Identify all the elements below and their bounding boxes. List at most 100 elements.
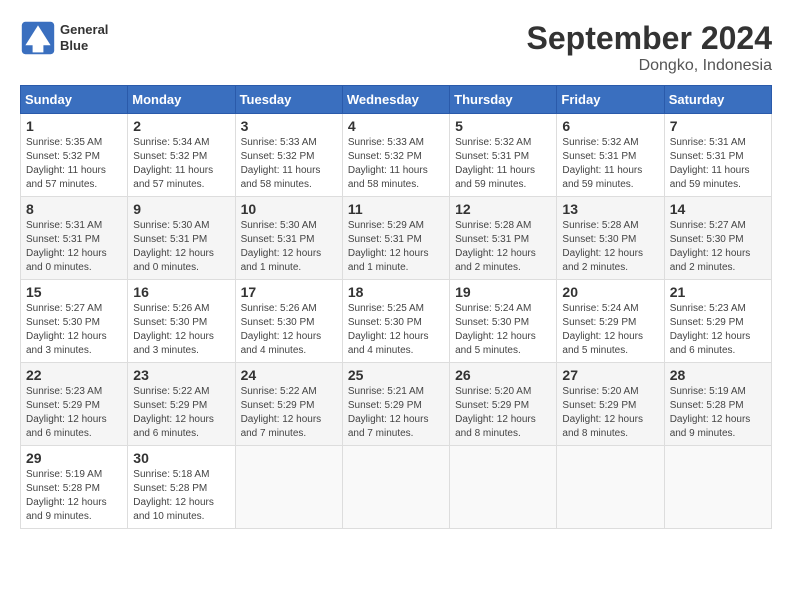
day-cell: 18 Sunrise: 5:25 AM Sunset: 5:30 PM Dayli… <box>342 280 449 363</box>
day-info: Sunrise: 5:20 AM Sunset: 5:29 PM Dayligh… <box>562 385 658 441</box>
day-cell: 14Sunrise: 5:27 AM Sunset: 5:30 PM Dayli… <box>664 197 771 280</box>
day-cell: 8 Sunrise: 5:31 AM Sunset: 5:31 PM Daylig… <box>21 197 128 280</box>
day-cell <box>235 446 342 529</box>
col-header-thursday: Thursday <box>450 86 557 114</box>
day-cell: 9 Sunrise: 5:30 AM Sunset: 5:31 PM Daylig… <box>128 197 235 280</box>
day-cell: 29 Sunrise: 5:19 AM Sunset: 5:28 PM Dayli… <box>21 446 128 529</box>
day-number: 25 <box>348 367 444 383</box>
day-number: 18 <box>348 284 444 300</box>
day-cell: 25 Sunrise: 5:21 AM Sunset: 5:29 PM Dayli… <box>342 363 449 446</box>
day-cell: 21Sunrise: 5:23 AM Sunset: 5:29 PM Dayli… <box>664 280 771 363</box>
col-header-tuesday: Tuesday <box>235 86 342 114</box>
day-number: 9 <box>133 201 229 217</box>
day-info: Sunrise: 5:19 AM Sunset: 5:28 PM Dayligh… <box>26 468 122 524</box>
header-row: SundayMondayTuesdayWednesdayThursdayFrid… <box>21 86 772 114</box>
day-cell <box>557 446 664 529</box>
day-cell: 5Sunrise: 5:32 AM Sunset: 5:31 PM Daylig… <box>450 114 557 197</box>
col-header-saturday: Saturday <box>664 86 771 114</box>
logo-line2: Blue <box>60 38 108 54</box>
day-info: Sunrise: 5:31 AM Sunset: 5:31 PM Dayligh… <box>26 219 122 275</box>
day-number: 1 <box>26 118 122 134</box>
logo-icon <box>20 20 56 56</box>
week-row-4: 22 Sunrise: 5:23 AM Sunset: 5:29 PM Dayli… <box>21 363 772 446</box>
day-info: Sunrise: 5:19 AM Sunset: 5:28 PM Dayligh… <box>670 385 766 441</box>
day-info: Sunrise: 5:27 AM Sunset: 5:30 PM Dayligh… <box>670 219 766 275</box>
logo: General Blue <box>20 20 108 56</box>
day-number: 23 <box>133 367 229 383</box>
subtitle: Dongko, Indonesia <box>527 57 772 75</box>
calendar-table: SundayMondayTuesdayWednesdayThursdayFrid… <box>20 85 772 529</box>
day-cell: 6 Sunrise: 5:32 AM Sunset: 5:31 PM Daylig… <box>557 114 664 197</box>
day-number: 8 <box>26 201 122 217</box>
col-header-friday: Friday <box>557 86 664 114</box>
day-number: 3 <box>241 118 337 134</box>
day-info: Sunrise: 5:30 AM Sunset: 5:31 PM Dayligh… <box>133 219 229 275</box>
day-number: 29 <box>26 450 122 466</box>
week-row-2: 8 Sunrise: 5:31 AM Sunset: 5:31 PM Daylig… <box>21 197 772 280</box>
day-number: 6 <box>562 118 658 134</box>
day-number: 30 <box>133 450 229 466</box>
day-number: 12 <box>455 201 551 217</box>
day-info: Sunrise: 5:25 AM Sunset: 5:30 PM Dayligh… <box>348 302 444 358</box>
day-number: 28 <box>670 367 766 383</box>
day-cell <box>450 446 557 529</box>
day-number: 22 <box>26 367 122 383</box>
day-info: Sunrise: 5:27 AM Sunset: 5:30 PM Dayligh… <box>26 302 122 358</box>
day-cell: 27Sunrise: 5:20 AM Sunset: 5:29 PM Dayli… <box>557 363 664 446</box>
month-title: September 2024 <box>527 20 772 57</box>
day-cell: 3 Sunrise: 5:33 AM Sunset: 5:32 PM Daylig… <box>235 114 342 197</box>
day-cell: 19Sunrise: 5:24 AM Sunset: 5:30 PM Dayli… <box>450 280 557 363</box>
day-cell: 11Sunrise: 5:29 AM Sunset: 5:31 PM Dayli… <box>342 197 449 280</box>
day-info: Sunrise: 5:34 AM Sunset: 5:32 PM Dayligh… <box>133 136 229 192</box>
day-number: 4 <box>348 118 444 134</box>
day-info: Sunrise: 5:21 AM Sunset: 5:29 PM Dayligh… <box>348 385 444 441</box>
day-info: Sunrise: 5:28 AM Sunset: 5:31 PM Dayligh… <box>455 219 551 275</box>
day-info: Sunrise: 5:23 AM Sunset: 5:29 PM Dayligh… <box>26 385 122 441</box>
col-header-wednesday: Wednesday <box>342 86 449 114</box>
day-number: 17 <box>241 284 337 300</box>
day-info: Sunrise: 5:22 AM Sunset: 5:29 PM Dayligh… <box>241 385 337 441</box>
day-info: Sunrise: 5:33 AM Sunset: 5:32 PM Dayligh… <box>241 136 337 192</box>
day-cell: 1 Sunrise: 5:35 AM Sunset: 5:32 PM Daylig… <box>21 114 128 197</box>
header: General Blue September 2024 Dongko, Indo… <box>20 20 772 75</box>
week-row-3: 15 Sunrise: 5:27 AM Sunset: 5:30 PM Dayli… <box>21 280 772 363</box>
day-info: Sunrise: 5:24 AM Sunset: 5:29 PM Dayligh… <box>562 302 658 358</box>
day-cell: 23Sunrise: 5:22 AM Sunset: 5:29 PM Dayli… <box>128 363 235 446</box>
day-info: Sunrise: 5:30 AM Sunset: 5:31 PM Dayligh… <box>241 219 337 275</box>
day-cell: 28 Sunrise: 5:19 AM Sunset: 5:28 PM Dayli… <box>664 363 771 446</box>
day-cell: 22 Sunrise: 5:23 AM Sunset: 5:29 PM Dayli… <box>21 363 128 446</box>
day-number: 13 <box>562 201 658 217</box>
day-info: Sunrise: 5:26 AM Sunset: 5:30 PM Dayligh… <box>133 302 229 358</box>
day-cell: 2 Sunrise: 5:34 AM Sunset: 5:32 PM Daylig… <box>128 114 235 197</box>
day-info: Sunrise: 5:18 AM Sunset: 5:28 PM Dayligh… <box>133 468 229 524</box>
day-cell <box>664 446 771 529</box>
day-info: Sunrise: 5:35 AM Sunset: 5:32 PM Dayligh… <box>26 136 122 192</box>
day-cell: 30 Sunrise: 5:18 AM Sunset: 5:28 PM Dayli… <box>128 446 235 529</box>
day-info: Sunrise: 5:26 AM Sunset: 5:30 PM Dayligh… <box>241 302 337 358</box>
day-number: 15 <box>26 284 122 300</box>
col-header-monday: Monday <box>128 86 235 114</box>
day-number: 26 <box>455 367 551 383</box>
day-number: 16 <box>133 284 229 300</box>
day-cell: 15 Sunrise: 5:27 AM Sunset: 5:30 PM Dayli… <box>21 280 128 363</box>
day-info: Sunrise: 5:20 AM Sunset: 5:29 PM Dayligh… <box>455 385 551 441</box>
day-cell <box>342 446 449 529</box>
day-info: Sunrise: 5:32 AM Sunset: 5:31 PM Dayligh… <box>562 136 658 192</box>
day-cell: 10 Sunrise: 5:30 AM Sunset: 5:31 PM Dayli… <box>235 197 342 280</box>
day-info: Sunrise: 5:23 AM Sunset: 5:29 PM Dayligh… <box>670 302 766 358</box>
day-cell: 7Sunrise: 5:31 AM Sunset: 5:31 PM Daylig… <box>664 114 771 197</box>
day-info: Sunrise: 5:28 AM Sunset: 5:30 PM Dayligh… <box>562 219 658 275</box>
day-number: 24 <box>241 367 337 383</box>
day-number: 11 <box>348 201 444 217</box>
day-info: Sunrise: 5:24 AM Sunset: 5:30 PM Dayligh… <box>455 302 551 358</box>
day-number: 2 <box>133 118 229 134</box>
day-cell: 20Sunrise: 5:24 AM Sunset: 5:29 PM Dayli… <box>557 280 664 363</box>
title-area: September 2024 Dongko, Indonesia <box>527 20 772 75</box>
day-info: Sunrise: 5:32 AM Sunset: 5:31 PM Dayligh… <box>455 136 551 192</box>
day-cell: 13 Sunrise: 5:28 AM Sunset: 5:30 PM Dayli… <box>557 197 664 280</box>
day-number: 7 <box>670 118 766 134</box>
day-cell: 24 Sunrise: 5:22 AM Sunset: 5:29 PM Dayli… <box>235 363 342 446</box>
col-header-sunday: Sunday <box>21 86 128 114</box>
day-cell: 16 Sunrise: 5:26 AM Sunset: 5:30 PM Dayli… <box>128 280 235 363</box>
day-number: 10 <box>241 201 337 217</box>
